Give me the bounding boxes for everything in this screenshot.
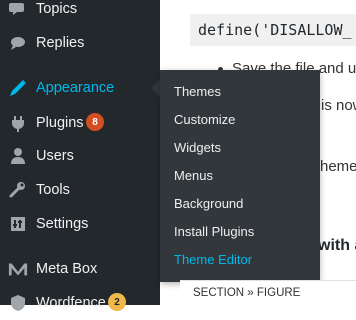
sidebar-item-wordfence[interactable]: Wordfence 2 <box>0 286 160 320</box>
topics-icon <box>8 0 28 19</box>
sidebar-item-label: Users <box>36 148 74 164</box>
submenu-item-background[interactable]: Background <box>174 196 243 211</box>
sidebar-item-label: Meta Box <box>36 261 98 277</box>
article-text-line: is now <box>321 97 356 114</box>
submenu-item-widgets[interactable]: Widgets <box>174 140 221 155</box>
admin-sidebar: Topics Replies Appearance Plugins 8 User… <box>0 0 160 311</box>
meta-box-logo <box>8 259 28 279</box>
article-text-line: heme <box>320 158 356 175</box>
sidebar-item-meta-box[interactable]: Meta Box <box>0 252 160 286</box>
appearance-flyout-submenu: Themes Customize Widgets Menus Backgroun… <box>160 70 320 282</box>
sidebar-item-appearance[interactable]: Appearance <box>0 71 160 105</box>
plugins-icon <box>8 113 28 133</box>
submenu-pointer <box>152 79 160 97</box>
replies-icon <box>8 33 28 53</box>
wordfence-alert-badge: 2 <box>108 293 126 311</box>
submenu-item-themes[interactable]: Themes <box>174 84 221 99</box>
tools-icon <box>8 180 28 200</box>
sidebar-item-settings[interactable]: Settings <box>0 207 160 241</box>
submenu-item-theme-editor[interactable]: Theme Editor <box>174 252 252 267</box>
settings-icon <box>8 214 28 234</box>
article-heading: with a <box>318 237 356 254</box>
sidebar-item-topics[interactable]: Topics <box>0 0 160 26</box>
sidebar-item-label: Tools <box>36 182 70 198</box>
sidebar-item-label: Appearance <box>36 80 115 96</box>
sidebar-item-label: Plugins <box>36 115 84 131</box>
submenu-item-menus[interactable]: Menus <box>174 168 213 183</box>
sidebar-item-users[interactable]: Users <box>0 139 160 173</box>
code-snippet: define('DISALLOW_ <box>190 14 356 46</box>
sidebar-item-label: Replies <box>36 35 85 51</box>
submenu-item-customize[interactable]: Customize <box>174 112 235 127</box>
wordfence-icon <box>8 293 28 313</box>
plugins-update-count-badge: 8 <box>86 113 104 131</box>
breadcrumb: SECTION » FIGURE <box>180 280 356 305</box>
sidebar-item-label: Topics <box>36 1 78 17</box>
users-icon <box>8 146 28 166</box>
sidebar-item-plugins[interactable]: Plugins 8 <box>0 106 160 140</box>
submenu-item-install-plugins[interactable]: Install Plugins <box>174 224 254 239</box>
sidebar-item-replies[interactable]: Replies <box>0 26 160 60</box>
appearance-icon <box>8 78 28 98</box>
sidebar-item-tools[interactable]: Tools <box>0 173 160 207</box>
sidebar-item-label: Wordfence <box>36 295 106 311</box>
sidebar-item-label: Settings <box>36 216 89 232</box>
